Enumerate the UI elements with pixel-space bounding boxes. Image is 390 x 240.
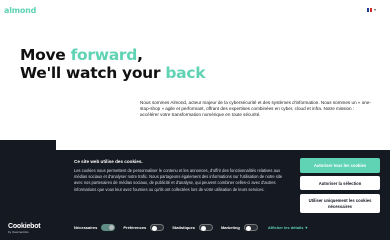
necessary-switch (101, 224, 116, 231)
hero-line-1-prefix: Move (20, 46, 71, 64)
chevron-down-icon: ▾ (305, 225, 308, 230)
statistics-switch[interactable] (198, 224, 213, 231)
cookie-title: Ce site web utilise des cookies. (74, 159, 143, 164)
toggle-necessary: Nécessaires (74, 224, 116, 231)
marketing-switch[interactable] (243, 224, 258, 231)
toggle-marketing[interactable]: Marketing (221, 224, 258, 231)
show-details-link[interactable]: Afficher les détails ▾ (268, 225, 308, 230)
preferences-switch[interactable] (150, 224, 165, 231)
cookie-description: Les cookies nous permettent de personnal… (74, 168, 283, 192)
intro-paragraph: Nous sommes Almond, acteur majeur de la … (140, 100, 371, 118)
allow-selection-button[interactable]: Autoriser la sélection (300, 176, 380, 190)
hero-heading: Move forward, We'll watch your back (20, 46, 206, 82)
necessary-only-button[interactable]: Utiliser uniquement les cookies nécessai… (300, 194, 380, 213)
cookiebot-logo[interactable]: Cookiebot by Usercentrics (8, 223, 41, 234)
cookie-category-toggles: Nécessaires Préférences Statistiques Mar… (74, 224, 307, 231)
french-flag-icon (366, 8, 372, 12)
toggle-statistics[interactable]: Statistiques (172, 224, 213, 231)
hero-line-1-accent: forward (70, 46, 138, 64)
language-selector[interactable]: ▾ (366, 7, 376, 12)
chevron-down-icon: ▾ (373, 7, 376, 12)
hero-line-1-suffix: , (137, 46, 143, 64)
toggle-label: Préférences (123, 225, 147, 230)
cookiebot-brand-name: Cookiebot (8, 223, 41, 230)
toggle-label: Statistiques (172, 225, 195, 230)
show-details-label: Afficher les détails (267, 225, 304, 230)
accept-all-cookies-button[interactable]: Autoriser tous les cookies (300, 158, 380, 173)
hero-line-2-prefix: We'll watch your (20, 64, 166, 82)
hero-line-2: We'll watch your back (20, 64, 206, 82)
hero-line-2-accent: back (165, 64, 206, 82)
toggle-preferences[interactable]: Préférences (123, 224, 165, 231)
toggle-label: Marketing (220, 225, 240, 230)
cookiebot-brand-sub: by Usercentrics (8, 230, 29, 234)
cookie-consent-banner: Ce site web utilise des cookies. Les coo… (0, 150, 390, 240)
hero-line-1: Move forward, (20, 46, 205, 64)
almond-logo[interactable]: almond (4, 6, 36, 15)
toggle-label: Nécessaires (74, 225, 98, 230)
